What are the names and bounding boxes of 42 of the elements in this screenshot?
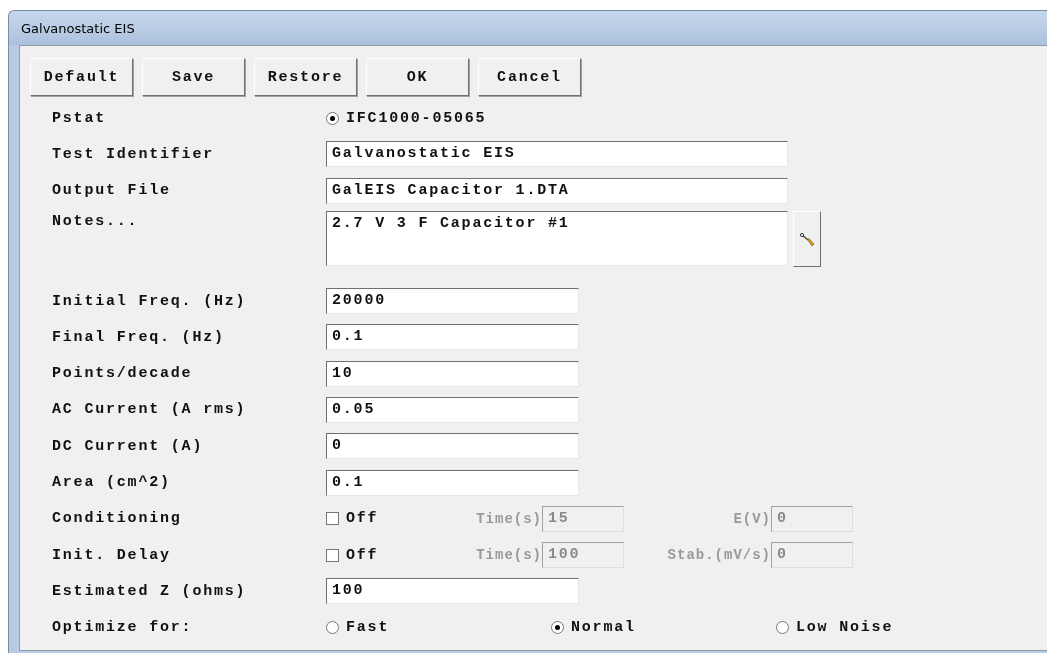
field-label: Time(s) xyxy=(475,510,542,527)
dialog-button[interactable]: Default xyxy=(30,58,133,96)
input-field[interactable]: GalEIS Capacitor 1.DTA xyxy=(326,177,788,204)
edit-button[interactable] xyxy=(793,210,821,267)
dialog-button[interactable]: Save xyxy=(142,58,245,96)
checkbox-option[interactable]: Off xyxy=(326,510,451,528)
field-label: Stab.(mV/s) xyxy=(666,547,771,564)
field-label: Final Freq. (Hz) xyxy=(51,328,226,346)
input-field[interactable]: 0.1 xyxy=(326,469,579,496)
field-label: Area (cm^2) xyxy=(51,474,172,491)
field-label: Estimated Z (ohms) xyxy=(51,582,248,600)
input-field[interactable]: 0.1 xyxy=(326,324,579,351)
input-field[interactable]: 0 xyxy=(326,433,579,460)
radio-option[interactable]: Normal xyxy=(551,619,776,637)
radio-option[interactable]: Fast xyxy=(326,619,551,637)
checkbox-option[interactable]: Off xyxy=(326,546,451,564)
notes-field[interactable]: 2.7 V 3 F Capacitor #1 xyxy=(326,210,788,266)
field-label: Points/decade xyxy=(51,365,194,383)
field-label: Optimize for: xyxy=(51,619,194,637)
field-label: Initial Freq. (Hz) xyxy=(51,292,248,310)
field-label: Init. Delay xyxy=(51,546,172,564)
input-field[interactable]: 100 xyxy=(326,578,579,605)
input-field[interactable]: 20000 xyxy=(326,288,579,315)
window-title: Galvanostatic EIS xyxy=(21,20,135,36)
field-label: E(V) xyxy=(732,510,771,527)
radio-option[interactable]: IFC1000-05065 xyxy=(326,109,487,127)
field-label: AC Current (A rms) xyxy=(51,401,248,419)
field-label: Time(s) xyxy=(475,547,542,564)
input-field[interactable]: Galvanostatic EIS xyxy=(326,141,788,168)
dialog-button[interactable]: OK xyxy=(366,58,469,96)
field-label: Test Identifier xyxy=(51,145,216,163)
input-field[interactable]: 10 xyxy=(326,360,579,387)
field-label: DC Current (A) xyxy=(51,437,205,455)
field-label: Output File xyxy=(51,182,172,200)
field-label: Conditioning xyxy=(51,510,183,528)
input-field[interactable]: 0.05 xyxy=(326,396,579,423)
brush-icon xyxy=(799,230,815,247)
dialog-button[interactable]: Restore xyxy=(254,58,357,96)
field-label: Notes... xyxy=(51,211,140,230)
field-label: Pstat xyxy=(51,109,107,127)
radio-option[interactable]: Low Noise xyxy=(776,619,1001,637)
dialog-button[interactable]: Cancel xyxy=(478,58,581,96)
